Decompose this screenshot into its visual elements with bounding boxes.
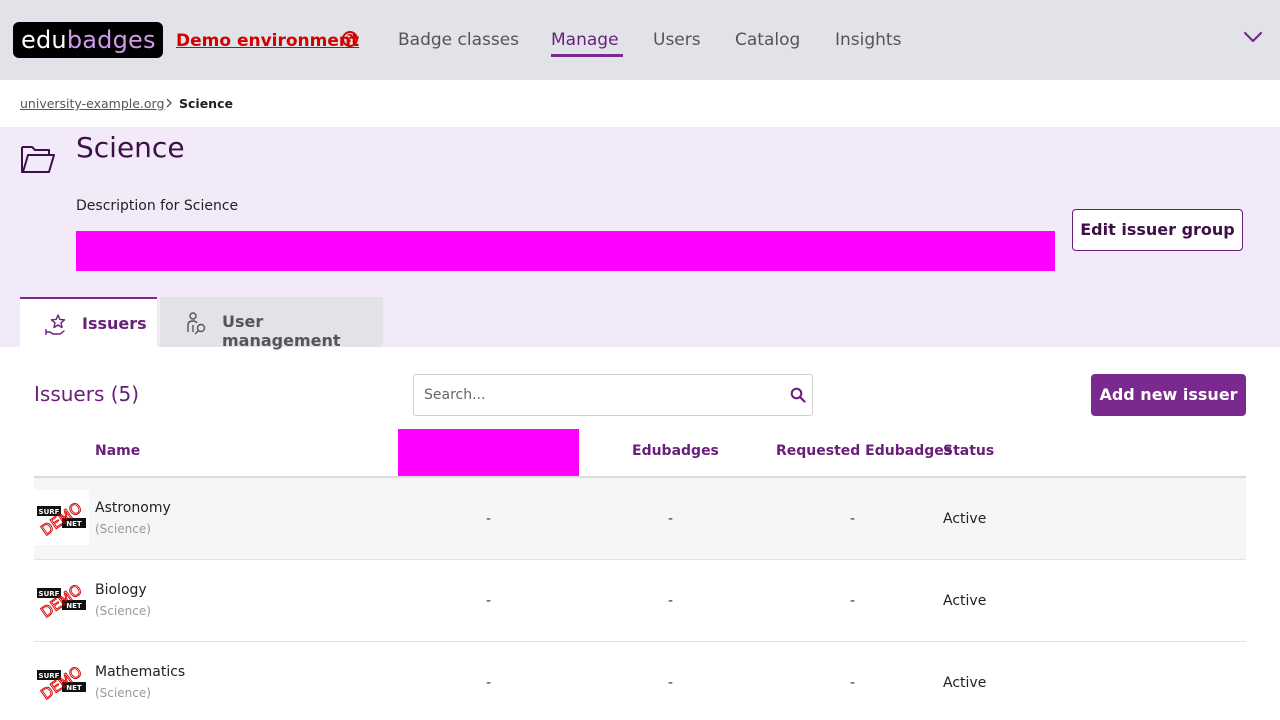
nav-manage[interactable]: Manage: [551, 30, 619, 50]
breadcrumb-parent-link[interactable]: university-example.org: [20, 96, 164, 111]
table-row[interactable]: SURF NET DEMO Astronomy (Science) - - - …: [34, 478, 1246, 560]
nav-active-indicator: [551, 54, 623, 57]
column-header-status[interactable]: Status: [943, 443, 994, 459]
row-status: Active: [943, 675, 987, 691]
logo-edu-text: edu: [21, 26, 67, 54]
row-redacted-column-value: -: [486, 593, 492, 609]
issuer-logo-image: SURF NET DEMO: [34, 490, 89, 545]
row-requested-count: -: [850, 593, 856, 609]
nav-users[interactable]: Users: [653, 30, 701, 50]
column-header-name[interactable]: Name: [95, 443, 140, 459]
demo-environment-link[interactable]: Demo environment: [176, 31, 359, 51]
issuer-logo-image: SURF NET DEMO: [34, 654, 89, 709]
search-input[interactable]: [414, 375, 774, 415]
issuer-name[interactable]: Astronomy: [95, 500, 171, 516]
row-edubadges-count: -: [668, 675, 674, 691]
tab-user-management[interactable]: User management: [160, 297, 383, 350]
column-header-edubadges[interactable]: Edubadges: [632, 443, 719, 459]
issuer-group: (Science): [95, 604, 151, 618]
breadcrumb-current: Science: [179, 96, 233, 111]
logo-badges-text: badges: [66, 26, 156, 54]
row-requested-count: -: [850, 675, 856, 691]
redacted-block: [76, 231, 1055, 271]
row-edubadges-count: -: [668, 593, 674, 609]
row-status: Active: [943, 593, 987, 609]
star-hand-icon: [45, 314, 66, 335]
tab-user-management-label: User management: [222, 312, 341, 350]
row-redacted-column-value: -: [486, 675, 492, 691]
edit-issuer-group-button[interactable]: Edit issuer group: [1072, 209, 1243, 251]
table-row[interactable]: SURF NET DEMO Mathematics (Science) - - …: [34, 642, 1246, 720]
nav-badge-classes[interactable]: Badge classes: [398, 30, 519, 50]
search-box: [413, 374, 813, 416]
row-status: Active: [943, 511, 987, 527]
chevron-right-icon: [166, 98, 172, 108]
issuer-name[interactable]: Mathematics: [95, 664, 185, 680]
issuer-logo-image: SURF NET DEMO: [34, 572, 89, 627]
nav-insights[interactable]: Insights: [835, 30, 901, 50]
issuer-group: (Science): [95, 522, 151, 536]
user-key-icon: [187, 312, 206, 335]
issuer-name[interactable]: Biology: [95, 582, 147, 598]
row-redacted-column-value: -: [486, 511, 492, 527]
issuer-group: (Science): [95, 686, 151, 700]
top-bar: edubadges Demo environment ? Badge class…: [0, 0, 1280, 80]
table-row[interactable]: SURF NET DEMO Biology (Science) - - - Ac…: [34, 560, 1246, 642]
page-title: Science: [76, 131, 185, 164]
column-header-requested-edubadges[interactable]: Requested Edubadges: [776, 443, 952, 459]
issuers-count-title: Issuers (5): [34, 382, 140, 406]
chevron-down-icon[interactable]: [1243, 30, 1263, 44]
description-text: Description for Science: [76, 198, 239, 214]
tab-issuers[interactable]: Issuers: [20, 297, 157, 347]
row-edubadges-count: -: [668, 511, 674, 527]
edubadges-logo[interactable]: edubadges: [13, 22, 163, 58]
nav-catalog[interactable]: Catalog: [735, 30, 800, 50]
redacted-column-header: [398, 429, 579, 477]
tab-issuers-label: Issuers: [82, 314, 147, 333]
row-requested-count: -: [850, 511, 856, 527]
folder-open-icon: [21, 146, 55, 173]
help-icon[interactable]: ?: [342, 31, 358, 47]
add-new-issuer-button[interactable]: Add new issuer: [1091, 374, 1246, 416]
search-icon[interactable]: [790, 387, 806, 403]
